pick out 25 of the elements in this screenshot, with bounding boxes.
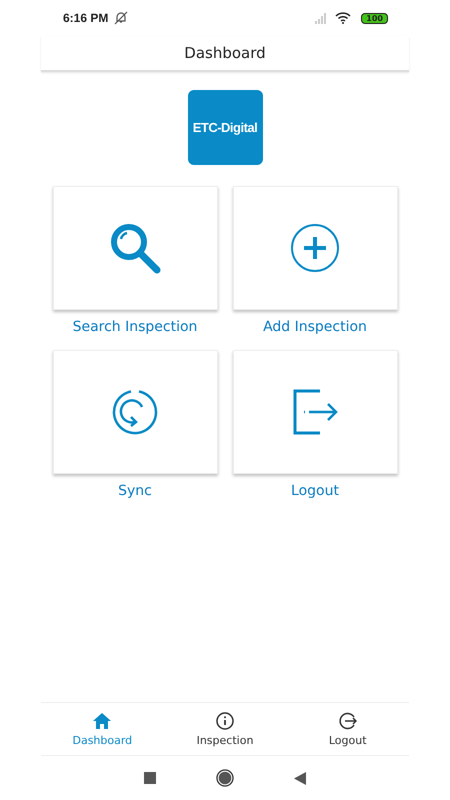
muted-bell-icon xyxy=(114,11,128,25)
sync-icon xyxy=(112,389,158,435)
tile-label: Add Inspection xyxy=(263,318,367,337)
logout-icon xyxy=(338,712,357,730)
logo: ETC-Digital xyxy=(188,90,262,165)
nav-tab[interactable]: Inspection xyxy=(164,710,286,748)
exit-icon xyxy=(292,389,338,435)
tile-label: Search Inspection xyxy=(72,318,198,337)
home-icon xyxy=(92,712,112,730)
wifi-icon xyxy=(335,12,352,24)
nav-tab[interactable]: Dashboard xyxy=(41,710,164,748)
tile-button[interactable] xyxy=(232,186,398,310)
add-icon xyxy=(290,223,340,273)
back-icon[interactable] xyxy=(294,772,306,784)
tile-label: Logout xyxy=(291,482,339,501)
nav-tab[interactable]: Logout xyxy=(286,710,410,748)
battery-level: 100 xyxy=(361,12,388,24)
screen-title: Dashboard xyxy=(184,44,266,62)
tile-button[interactable] xyxy=(52,350,218,474)
tile-label: Sync xyxy=(118,482,152,501)
home-button-icon[interactable] xyxy=(216,769,234,787)
status-time: 6:16 PM xyxy=(63,11,108,25)
tile-button[interactable] xyxy=(52,186,218,310)
tile-button[interactable] xyxy=(232,350,398,474)
info-icon xyxy=(216,712,234,730)
